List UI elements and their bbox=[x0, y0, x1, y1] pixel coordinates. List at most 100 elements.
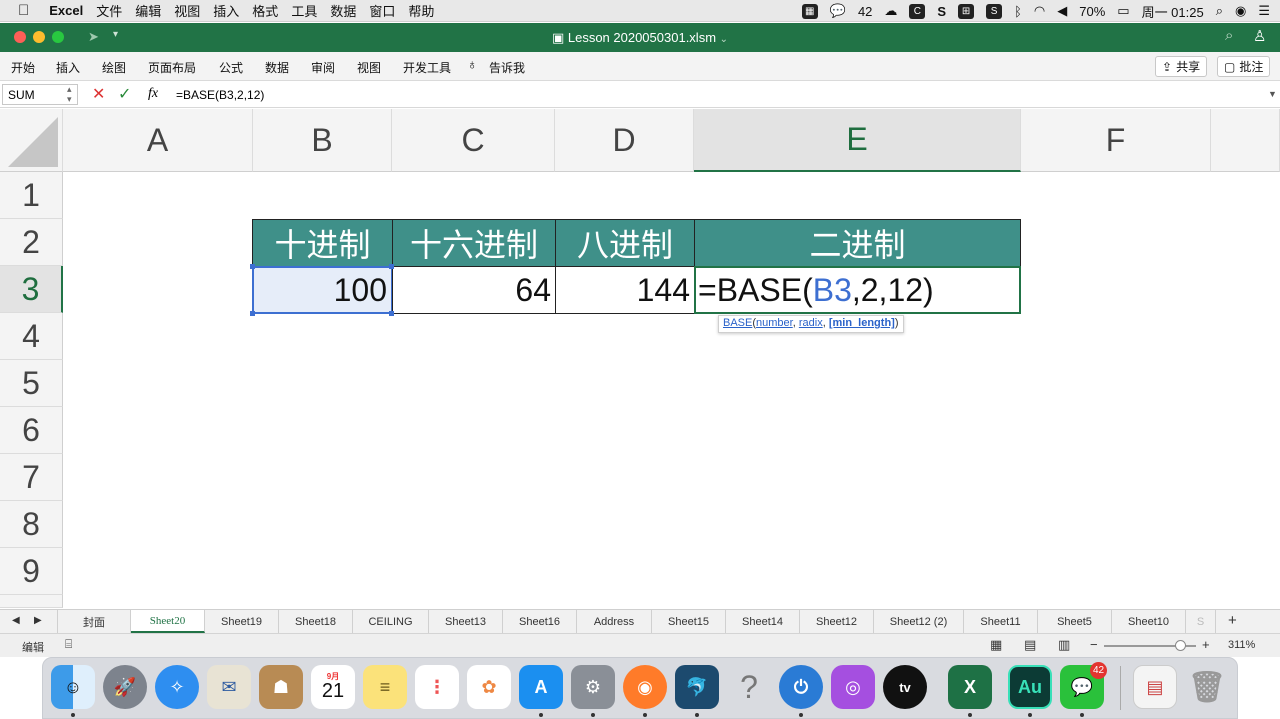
firefox-icon[interactable]: ◉ bbox=[623, 665, 667, 709]
siri-icon[interactable]: ◉ bbox=[1235, 3, 1246, 19]
cancel-icon[interactable]: ✕ bbox=[92, 84, 105, 104]
safari-icon[interactable]: ✧ bbox=[155, 665, 199, 709]
launchpad-icon[interactable]: 🚀 bbox=[103, 665, 147, 709]
zoom-slider-thumb[interactable] bbox=[1175, 640, 1186, 651]
sheet-tab[interactable]: 封面 bbox=[57, 610, 131, 633]
zoom-level[interactable]: 311% bbox=[1228, 639, 1255, 651]
column-header-d[interactable]: D bbox=[555, 109, 694, 172]
battery-icon[interactable]: ▭ bbox=[1117, 3, 1129, 19]
cell-d3[interactable]: 144 bbox=[555, 266, 695, 314]
notification-center-icon[interactable]: ☰ bbox=[1258, 3, 1270, 19]
select-all-corner[interactable] bbox=[0, 109, 63, 172]
menu-format[interactable]: 格式 bbox=[252, 1, 278, 20]
clock[interactable]: 周一 01:25 bbox=[1142, 2, 1204, 21]
tab-review[interactable]: 审阅 bbox=[311, 59, 335, 76]
worksheet-grid[interactable]: A B C D E F 1 2 3 4 5 6 7 8 9 十进制 十六进制 八… bbox=[0, 109, 1280, 608]
column-header-a[interactable]: A bbox=[63, 109, 253, 172]
sheet-tab[interactable]: Sheet5 bbox=[1038, 610, 1112, 633]
tooltip-function-name[interactable]: BASE bbox=[723, 317, 752, 329]
tab-data[interactable]: 数据 bbox=[265, 59, 289, 76]
menu-edit[interactable]: 编辑 bbox=[135, 1, 161, 20]
cell-d2[interactable]: 八进制 bbox=[555, 219, 695, 267]
row-header-9[interactable]: 9 bbox=[0, 548, 63, 595]
row-header-8[interactable]: 8 bbox=[0, 501, 63, 548]
row-header-7[interactable]: 7 bbox=[0, 454, 63, 501]
column-header-b[interactable]: B bbox=[253, 109, 392, 172]
tab-draw[interactable]: 绘图 bbox=[102, 59, 126, 76]
sheet-tab[interactable]: Sheet16 bbox=[503, 610, 577, 633]
tab-insert[interactable]: 插入 bbox=[56, 59, 80, 76]
tab-page-layout[interactable]: 页面布局 bbox=[148, 59, 196, 76]
tab-formulas[interactable]: 公式 bbox=[219, 59, 243, 76]
tooltip-arg-number[interactable]: number bbox=[756, 317, 793, 329]
sheet-tab[interactable]: Address bbox=[577, 610, 652, 633]
sheet-tab-active[interactable]: Sheet20 bbox=[131, 610, 205, 633]
sheet-tab[interactable]: Sheet10 bbox=[1112, 610, 1186, 633]
row-header-5[interactable]: 5 bbox=[0, 360, 63, 407]
column-header-e[interactable]: E bbox=[694, 109, 1021, 172]
zoom-in-icon[interactable]: + bbox=[1202, 637, 1210, 652]
sheet-tab[interactable]: Sheet19 bbox=[205, 610, 279, 633]
menu-window[interactable]: 窗口 bbox=[369, 1, 395, 20]
cell-c3[interactable]: 64 bbox=[392, 266, 556, 314]
system-preferences-icon[interactable]: ⚙ bbox=[571, 665, 615, 709]
cell-c2[interactable]: 十六进制 bbox=[392, 219, 556, 267]
next-sheet-icon[interactable]: ▶ bbox=[34, 615, 42, 626]
cloud-icon[interactable]: ☁ bbox=[884, 3, 897, 19]
tooltip-arg-radix[interactable]: radix bbox=[799, 317, 823, 329]
column-header-g[interactable] bbox=[1211, 109, 1280, 172]
notes-icon[interactable]: ≡ bbox=[363, 665, 407, 709]
sheet-tab[interactable]: Sheet12 bbox=[800, 610, 874, 633]
tray-app-icon[interactable]: ▦ bbox=[801, 3, 818, 19]
menu-view[interactable]: 视图 bbox=[174, 1, 200, 20]
app-store-icon[interactable]: A bbox=[519, 665, 563, 709]
tray-grid-icon[interactable]: ⊞ bbox=[958, 3, 975, 19]
mail-icon[interactable]: ✉ bbox=[207, 665, 251, 709]
row-header-4[interactable]: 4 bbox=[0, 313, 63, 360]
sheet-tab[interactable]: Sheet15 bbox=[652, 610, 726, 633]
zoom-out-icon[interactable]: − bbox=[1090, 637, 1098, 652]
tray-c-icon[interactable]: C bbox=[909, 3, 926, 19]
menu-insert[interactable]: 插入 bbox=[213, 1, 239, 20]
cell-b3[interactable]: 100 bbox=[252, 266, 393, 314]
tab-view[interactable]: 视图 bbox=[357, 59, 381, 76]
sheet-tab[interactable]: Sheet18 bbox=[279, 610, 353, 633]
trash-icon[interactable]: 🗑 bbox=[1185, 665, 1229, 709]
column-header-c[interactable]: C bbox=[392, 109, 555, 172]
tab-home[interactable]: 开始 bbox=[11, 59, 35, 76]
apple-menu-icon[interactable]:  bbox=[18, 2, 29, 19]
selection-handle[interactable] bbox=[389, 311, 394, 316]
cell-e2[interactable]: 二进制 bbox=[694, 219, 1021, 267]
bluetooth-icon[interactable]: ᛒ bbox=[1014, 4, 1022, 19]
podcasts-icon[interactable]: ◎ bbox=[831, 665, 875, 709]
spotlight-icon[interactable]: ⌕ bbox=[1216, 3, 1223, 19]
enter-icon[interactable]: ✓ bbox=[118, 84, 131, 104]
excel-icon[interactable]: X bbox=[948, 665, 992, 709]
wifi-icon[interactable]: ◠ bbox=[1034, 3, 1045, 19]
row-header-6[interactable]: 6 bbox=[0, 407, 63, 454]
calendar-icon[interactable]: 9月 21 bbox=[311, 665, 355, 709]
time-machine-icon[interactable]: ⏻ bbox=[779, 665, 823, 709]
mysql-workbench-icon[interactable]: 🐬 bbox=[675, 665, 719, 709]
sheet-tab[interactable]: Sheet11 bbox=[964, 610, 1038, 633]
row-header-2[interactable]: 2 bbox=[0, 219, 63, 266]
name-box-stepper-icon[interactable]: ▴ ▾ bbox=[67, 84, 72, 104]
normal-view-icon[interactable]: ▦ bbox=[990, 637, 1002, 653]
sheet-tab[interactable]: Sheet12 (2) bbox=[874, 610, 964, 633]
downloads-stack-icon[interactable]: ▤ bbox=[1133, 665, 1177, 709]
selection-handle[interactable] bbox=[250, 311, 255, 316]
tray-s-icon[interactable]: S bbox=[937, 4, 946, 19]
cell-b2[interactable]: 十进制 bbox=[252, 219, 393, 267]
selection-handle[interactable] bbox=[389, 264, 394, 269]
wechat-tray-icon[interactable]: 💬 bbox=[830, 3, 846, 19]
search-icon[interactable]: ⌕ bbox=[1225, 27, 1233, 44]
reminders-icon[interactable]: ⋮ bbox=[415, 665, 459, 709]
menu-help[interactable]: 帮助 bbox=[408, 1, 434, 20]
macro-record-icon[interactable]: ⌸ bbox=[65, 637, 72, 652]
tell-me[interactable]: 告诉我 bbox=[489, 59, 525, 76]
tooltip-arg-min-length[interactable]: [min_length] bbox=[829, 317, 895, 329]
prev-sheet-icon[interactable]: ◀ bbox=[12, 615, 20, 626]
tab-developer[interactable]: 开发工具 bbox=[403, 59, 451, 76]
row-header-3[interactable]: 3 bbox=[0, 266, 63, 313]
audition-icon[interactable]: Au bbox=[1008, 665, 1052, 709]
